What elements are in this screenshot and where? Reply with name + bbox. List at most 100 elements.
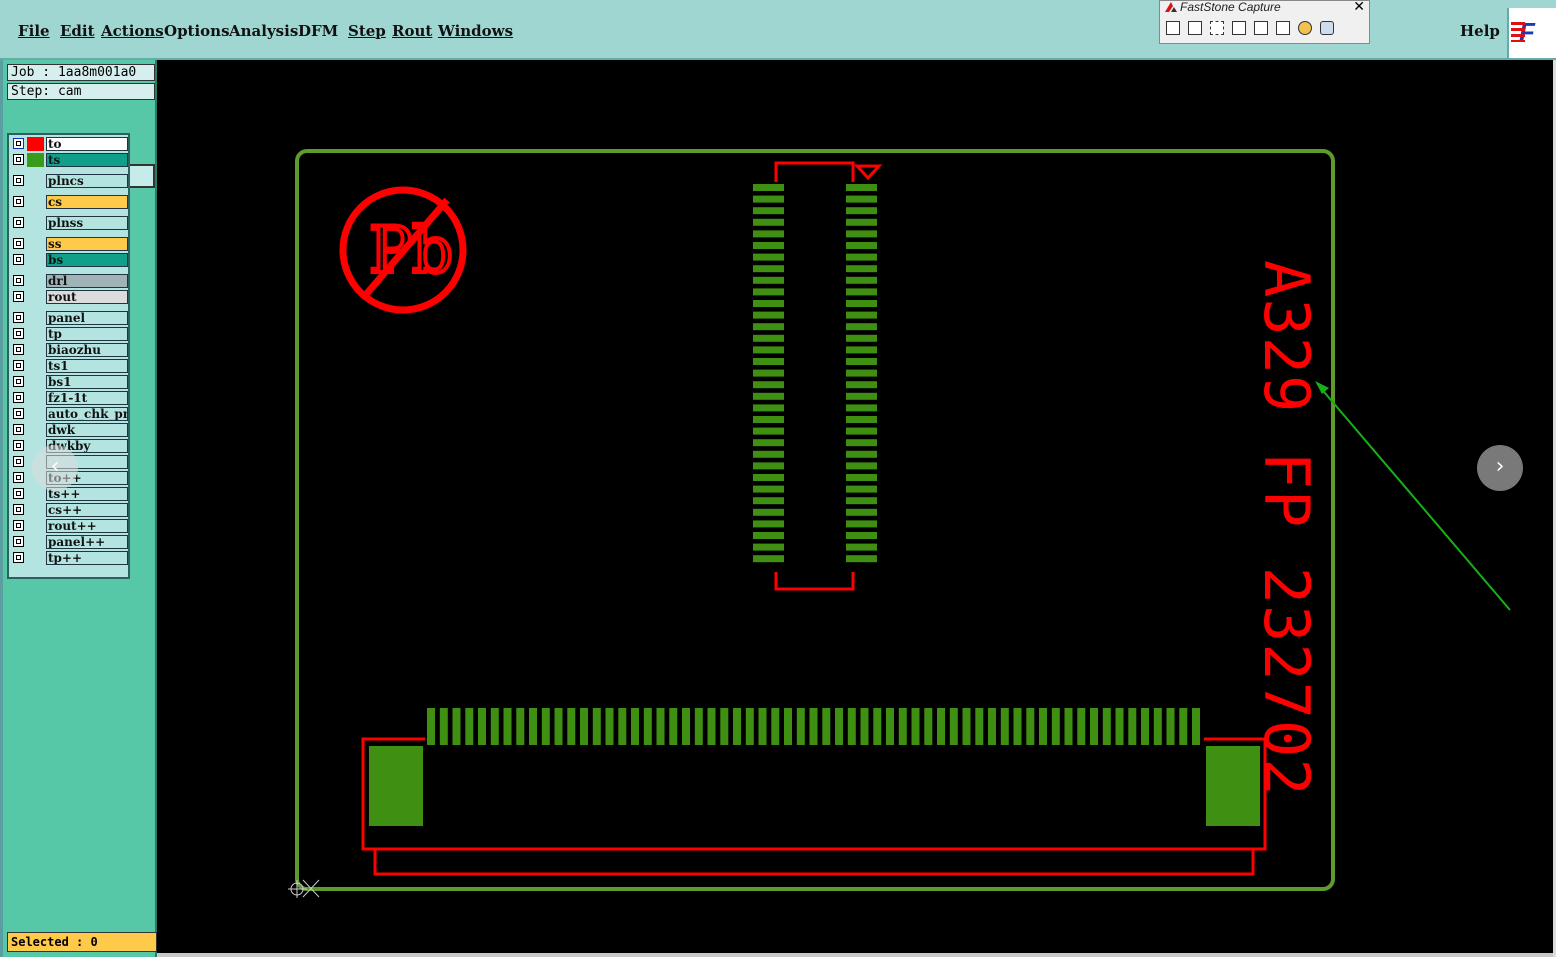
- layer-name[interactable]: tp++: [46, 551, 128, 565]
- capture-scrolling-icon[interactable]: [1276, 21, 1290, 35]
- layer-row[interactable]: cs++: [13, 503, 130, 517]
- layer-name[interactable]: bs: [46, 253, 128, 267]
- layer-checkbox[interactable]: [13, 536, 24, 547]
- layer-checkbox[interactable]: [13, 424, 24, 435]
- layer-row[interactable]: tp: [13, 327, 130, 341]
- layer-row[interactable]: tp++: [13, 551, 130, 565]
- layer-checkbox[interactable]: [13, 360, 24, 371]
- layer-checkbox[interactable]: [13, 138, 24, 149]
- layer-name[interactable]: rout: [46, 290, 128, 304]
- layer-row[interactable]: drl: [13, 274, 130, 288]
- layer-color-swatch[interactable]: [27, 375, 44, 389]
- layer-name[interactable]: bs1: [46, 375, 128, 389]
- layer-name[interactable]: plncs: [46, 174, 128, 188]
- layer-checkbox[interactable]: [13, 238, 24, 249]
- layer-color-swatch[interactable]: [27, 519, 44, 533]
- layer-name[interactable]: to: [46, 137, 128, 151]
- capture-window-icon[interactable]: [1166, 21, 1180, 35]
- layer-row[interactable]: bs: [13, 253, 130, 267]
- layer-row[interactable]: bs1: [13, 375, 130, 389]
- layer-row[interactable]: to: [13, 137, 130, 151]
- layer-checkbox[interactable]: [13, 504, 24, 515]
- layer-row[interactable]: rout++: [13, 519, 130, 533]
- layer-color-swatch[interactable]: [27, 311, 44, 325]
- menu-help[interactable]: Help: [1460, 22, 1500, 40]
- layer-name[interactable]: cs: [46, 195, 128, 209]
- layer-checkbox[interactable]: [13, 392, 24, 403]
- layer-name[interactable]: panel: [46, 311, 128, 325]
- pcb-drawing[interactable]: Pb A329 FP 232702: [157, 60, 1553, 953]
- settings-icon[interactable]: [1320, 21, 1334, 35]
- layer-row[interactable]: ts: [13, 153, 130, 167]
- layer-color-swatch[interactable]: [27, 535, 44, 549]
- layer-color-swatch[interactable]: [27, 174, 44, 188]
- layer-row[interactable]: ts1: [13, 359, 130, 373]
- layer-row[interactable]: fz1-1t: [13, 391, 130, 405]
- layer-checkbox[interactable]: [13, 291, 24, 302]
- layer-color-swatch[interactable]: [27, 391, 44, 405]
- layer-checkbox[interactable]: [13, 520, 24, 531]
- layer-color-swatch[interactable]: [27, 407, 44, 421]
- layer-checkbox[interactable]: [13, 312, 24, 323]
- menu-windows[interactable]: Windows: [438, 22, 513, 40]
- layer-checkbox[interactable]: [13, 328, 24, 339]
- menu-dfm[interactable]: DFM: [298, 22, 338, 40]
- capture-freehand-icon[interactable]: [1232, 21, 1246, 35]
- menu-edit[interactable]: Edit: [60, 22, 95, 40]
- layer-color-swatch[interactable]: [27, 327, 44, 341]
- menu-step[interactable]: Step: [348, 22, 386, 40]
- layer-color-swatch[interactable]: [27, 503, 44, 517]
- layer-row[interactable]: plnss: [13, 216, 130, 230]
- layer-checkbox[interactable]: [13, 196, 24, 207]
- layer-row[interactable]: ss: [13, 237, 130, 251]
- layer-name[interactable]: panel++: [46, 535, 128, 549]
- layer-row[interactable]: dwkby: [13, 439, 130, 453]
- layer-name[interactable]: auto_chk_pnl: [46, 407, 128, 421]
- close-icon[interactable]: ✕: [1353, 0, 1365, 15]
- layer-color-swatch[interactable]: [27, 195, 44, 209]
- layer-checkbox[interactable]: [13, 154, 24, 165]
- layer-checkbox[interactable]: [13, 376, 24, 387]
- layer-color-swatch[interactable]: [27, 359, 44, 373]
- layer-color-swatch[interactable]: [27, 274, 44, 288]
- layer-checkbox[interactable]: [13, 440, 24, 451]
- layer-name[interactable]: fz1-1t: [46, 391, 128, 405]
- layer-row[interactable]: biaozhu: [13, 343, 130, 357]
- palette-icon[interactable]: [1298, 21, 1312, 35]
- next-arrow-icon[interactable]: ›: [1477, 445, 1523, 491]
- layer-checkbox[interactable]: [13, 344, 24, 355]
- capture-object-icon[interactable]: [1188, 21, 1202, 35]
- layer-color-swatch[interactable]: [27, 343, 44, 357]
- prev-arrow-icon[interactable]: ‹: [32, 445, 78, 491]
- layer-color-swatch[interactable]: [27, 253, 44, 267]
- layer-name[interactable]: cs++: [46, 503, 128, 517]
- layer-checkbox[interactable]: [13, 456, 24, 467]
- layer-row[interactable]: ts++: [13, 487, 130, 501]
- layer-row[interactable]: panel++: [13, 535, 130, 549]
- layer-checkbox[interactable]: [13, 472, 24, 483]
- layer-row[interactable]: plncs: [13, 174, 130, 188]
- menu-file[interactable]: File: [18, 22, 50, 40]
- layer-checkbox[interactable]: [13, 275, 24, 286]
- layer-name[interactable]: plnss: [46, 216, 128, 230]
- layer-checkbox[interactable]: [13, 175, 24, 186]
- layer-name[interactable]: ts: [46, 153, 128, 167]
- layer-name[interactable]: rout++: [46, 519, 128, 533]
- menu-options[interactable]: Options: [164, 22, 230, 40]
- layer-name[interactable]: ts1: [46, 359, 128, 373]
- graphic-canvas[interactable]: Pb A329 FP 232702: [157, 60, 1553, 953]
- layer-color-swatch[interactable]: [27, 237, 44, 251]
- layer-color-swatch[interactable]: [27, 216, 44, 230]
- layer-checkbox[interactable]: [13, 217, 24, 228]
- layer-color-swatch[interactable]: [27, 423, 44, 437]
- menu-actions[interactable]: Actions: [101, 22, 164, 40]
- capture-fullscreen-icon[interactable]: [1254, 21, 1268, 35]
- layer-name[interactable]: ss: [46, 237, 128, 251]
- layer-color-swatch[interactable]: [27, 551, 44, 565]
- layer-color-swatch[interactable]: [27, 153, 44, 167]
- layer-row[interactable]: cs: [13, 195, 130, 209]
- layer-checkbox[interactable]: [13, 552, 24, 563]
- layer-checkbox[interactable]: [13, 254, 24, 265]
- layer-row[interactable]: rout: [13, 290, 130, 304]
- capture-rectangle-icon[interactable]: [1210, 21, 1224, 35]
